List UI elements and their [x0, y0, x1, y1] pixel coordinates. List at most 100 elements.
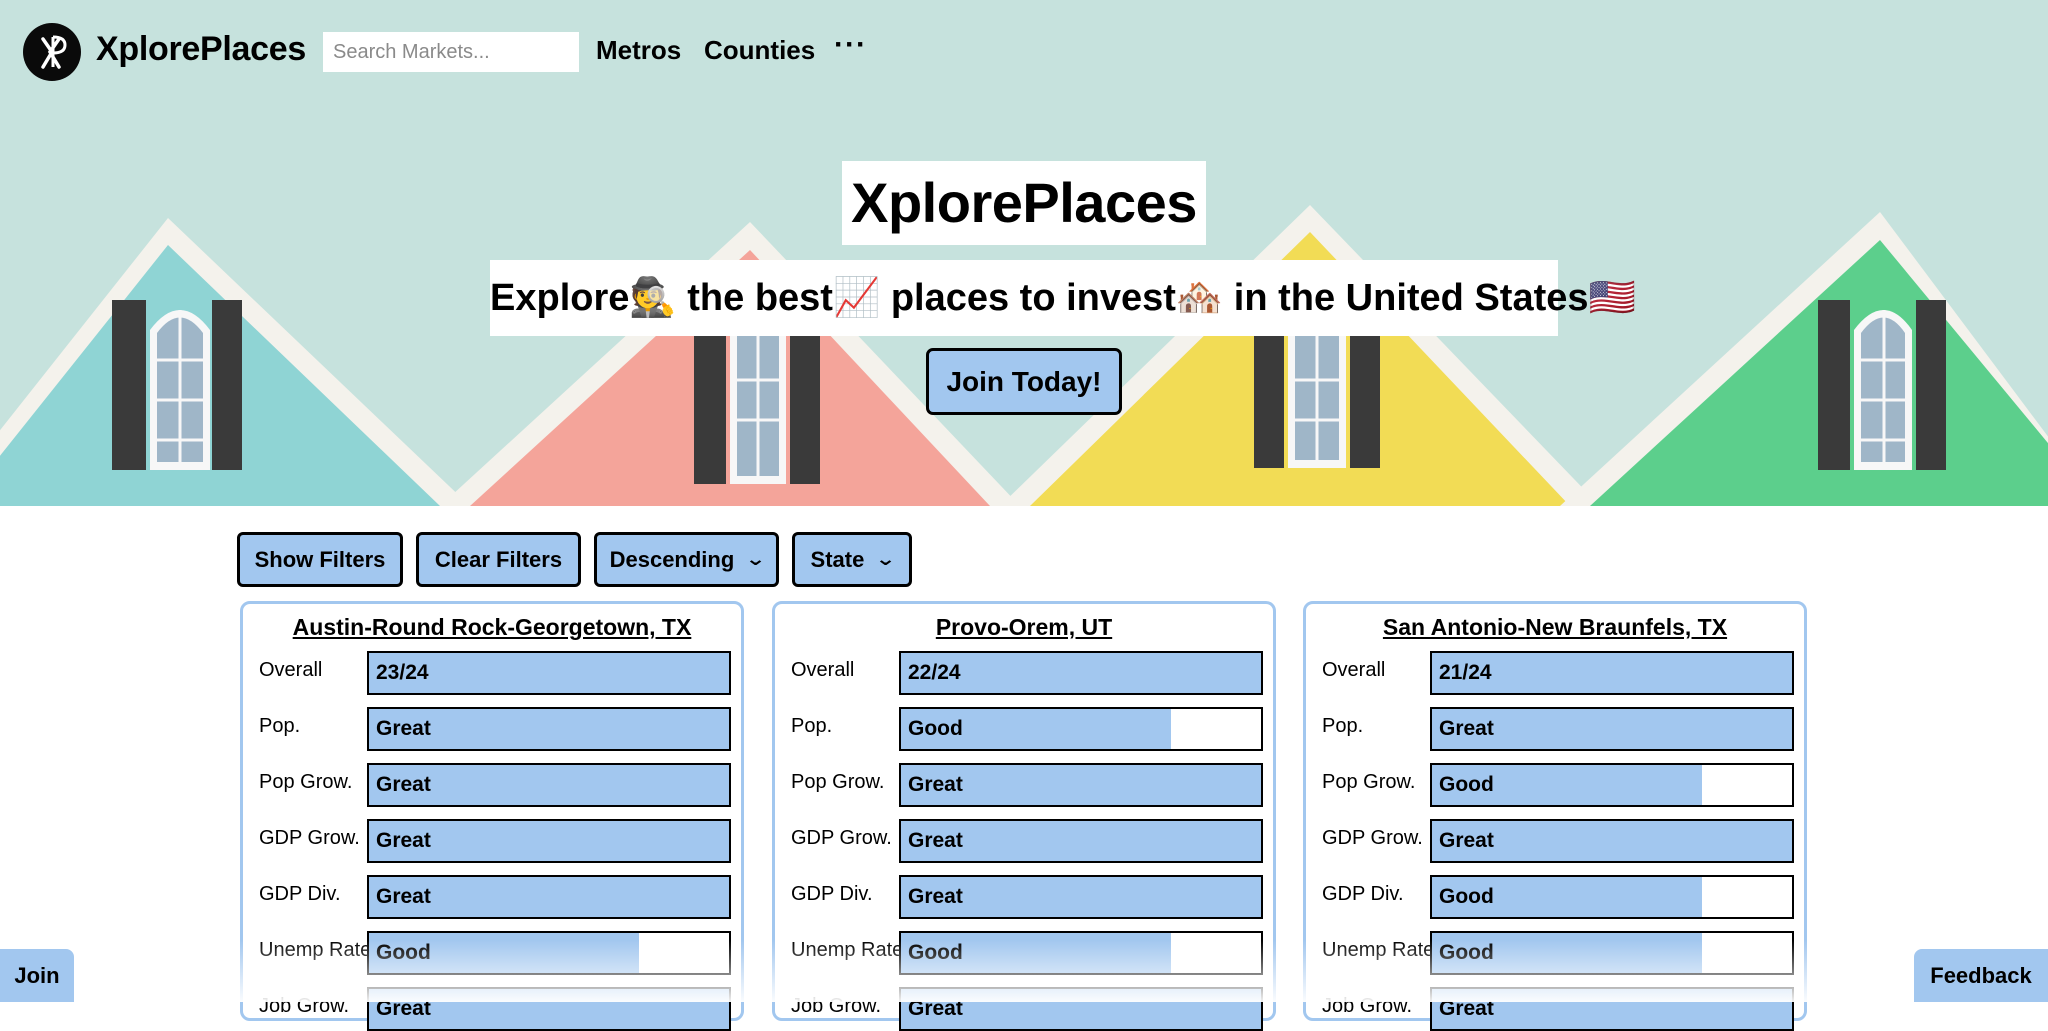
metric-row: Pop Grow. Great [775, 763, 1273, 807]
metric-value: 22/24 [908, 661, 961, 684]
chevron-down-icon: ⌄ [745, 549, 767, 569]
metric-row: Overall 22/24 [775, 651, 1273, 695]
metric-label: GDP Grow. [1322, 827, 1423, 849]
group-by-select[interactable]: State ⌄ [792, 532, 912, 587]
sort-order-select[interactable]: Descending ⌄ [594, 532, 779, 587]
metric-value: Great [908, 885, 963, 908]
metric-value: Great [908, 773, 963, 796]
market-card-title[interactable]: San Antonio-New Braunfels, TX [1306, 614, 1804, 641]
chevron-down-icon: ⌄ [875, 549, 897, 569]
metric-label: Job Grow. [791, 995, 882, 1017]
metric-bar: Great [367, 875, 731, 919]
window-1 [112, 300, 242, 470]
metric-value: 23/24 [376, 661, 429, 684]
metric-bar: Great [899, 763, 1263, 807]
metric-row: Overall 23/24 [243, 651, 741, 695]
metric-bar: Good [899, 707, 1263, 751]
metric-row: Pop. Great [1306, 707, 1804, 751]
join-floating-button[interactable]: Join [0, 949, 74, 1002]
metric-label: Unemp Rate [1322, 939, 1435, 961]
metric-bar: 23/24 [367, 651, 731, 695]
metric-value: Good [1439, 941, 1494, 964]
metric-row: Unemp Rate Good [243, 931, 741, 975]
metric-row: Job Grow. Great [775, 987, 1273, 1031]
metric-row: Pop. Great [243, 707, 741, 751]
metric-row: GDP Grow. Great [243, 819, 741, 863]
clear-filters-label: Clear Filters [434, 546, 563, 572]
metric-label: Pop. [791, 715, 833, 737]
join-today-button[interactable]: Join Today! [926, 348, 1122, 415]
nav-link-counties[interactable]: Counties [704, 35, 815, 66]
metric-value: Great [908, 829, 963, 852]
metric-row: Unemp Rate Good [775, 931, 1273, 975]
hero-subtitle: Explore🕵️ the best📈 places to invest🏘️ i… [490, 260, 1636, 336]
metric-bar: Good [1430, 763, 1794, 807]
metric-row: GDP Grow. Great [775, 819, 1273, 863]
metric-value: Great [376, 773, 431, 796]
metric-label: Pop. [1322, 715, 1364, 737]
metric-value: Great [1439, 997, 1494, 1020]
market-card-title[interactable]: Provo-Orem, UT [775, 614, 1273, 641]
metric-value: Great [376, 997, 431, 1020]
metric-bar: 21/24 [1430, 651, 1794, 695]
metric-label: GDP Div. [791, 883, 873, 905]
market-card-title[interactable]: Austin-Round Rock-Georgetown, TX [243, 614, 741, 641]
show-filters-label: Show Filters [254, 546, 386, 572]
metric-bar: Great [367, 987, 731, 1031]
metric-row: Job Grow. Great [1306, 987, 1804, 1031]
search-input[interactable] [323, 32, 579, 72]
metric-value: Great [376, 717, 431, 740]
market-card[interactable]: San Antonio-New Braunfels, TX Overall 21/2… [1303, 601, 1807, 1031]
metric-label: Job Grow. [1322, 995, 1413, 1017]
group-by-value: State [810, 546, 865, 572]
nav-link-metros[interactable]: Metros [596, 35, 681, 66]
metric-value: Good [1439, 885, 1494, 908]
metric-value: Great [1439, 829, 1494, 852]
metric-bar: Good [1430, 931, 1794, 975]
hero-banner: XplorePlaces Metros Counties ··· XploreP… [0, 0, 2048, 506]
metric-bar: Great [1430, 819, 1794, 863]
metric-label: GDP Div. [1322, 883, 1404, 905]
brand-name[interactable]: XplorePlaces [96, 30, 306, 69]
feedback-floating-button[interactable]: Feedback [1914, 949, 2048, 1002]
metric-label: Job Grow. [259, 995, 350, 1017]
metric-row: Pop Grow. Great [243, 763, 741, 807]
metric-value: Good [908, 941, 963, 964]
metric-label: Pop Grow. [259, 771, 353, 793]
metric-value: Good [1439, 773, 1494, 796]
top-nav: XplorePlaces Metros Counties ··· [0, 0, 2048, 104]
metric-bar: Good [899, 931, 1263, 975]
metric-label: Overall [1322, 659, 1386, 681]
more-menu-icon[interactable]: ··· [834, 28, 867, 62]
metric-label: GDP Grow. [791, 827, 892, 849]
metric-label: Pop Grow. [1322, 771, 1416, 793]
metric-bar: Great [367, 819, 731, 863]
metric-value: Good [908, 717, 963, 740]
metric-bar: Great [367, 763, 731, 807]
metric-bar: Good [1430, 875, 1794, 919]
brand-logo-icon[interactable] [23, 23, 81, 81]
metric-bar: Great [1430, 707, 1794, 751]
metric-label: Overall [259, 659, 323, 681]
metric-row: Job Grow. Great [243, 987, 741, 1031]
metric-value: Great [1439, 717, 1494, 740]
market-card[interactable]: Provo-Orem, UT Overall 22/24 Pop. Good Pop Gr… [772, 601, 1276, 1031]
metric-row: Unemp Rate Good [1306, 931, 1804, 975]
metric-bar: Great [899, 987, 1263, 1031]
metric-bar: 22/24 [899, 651, 1263, 695]
metric-label: GDP Div. [259, 883, 341, 905]
metric-label: GDP Grow. [259, 827, 360, 849]
sort-order-value: Descending [609, 546, 735, 572]
metric-bar: Great [899, 875, 1263, 919]
metric-value: Great [376, 829, 431, 852]
metric-row: GDP Div. Great [775, 875, 1273, 919]
market-card[interactable]: Austin-Round Rock-Georgetown, TX Overall 2… [240, 601, 744, 1031]
metric-label: Unemp Rate [791, 939, 904, 961]
show-filters-button[interactable]: Show Filters [237, 532, 403, 587]
metric-bar: Great [899, 819, 1263, 863]
window-4 [1818, 300, 1946, 470]
metric-row: Pop. Good [775, 707, 1273, 751]
metric-value: Good [376, 941, 431, 964]
metric-row: GDP Div. Great [243, 875, 741, 919]
clear-filters-button[interactable]: Clear Filters [416, 532, 581, 587]
